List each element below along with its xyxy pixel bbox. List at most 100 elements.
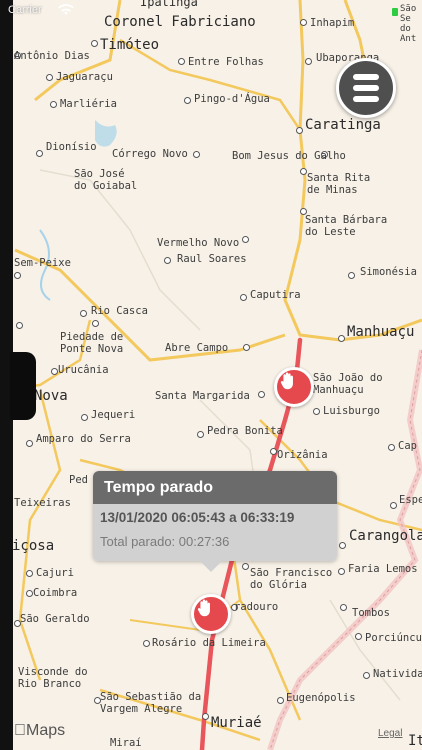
map-label: Abre Campo [165, 342, 229, 354]
map-label: Amparo do Serra [36, 433, 131, 445]
stop-total-duration: Total parado: 00:27:36 [100, 534, 230, 549]
town-dot [300, 168, 307, 175]
map-label: Córrego Novo [112, 148, 188, 160]
map-label: Ped [69, 474, 88, 486]
stop-marker[interactable] [191, 594, 231, 634]
town-dot [242, 563, 249, 570]
town-dot [92, 320, 99, 327]
town-dot [202, 713, 209, 720]
hand-stop-icon [197, 599, 210, 617]
town-dot [81, 414, 88, 421]
town-dot [296, 127, 303, 134]
map-label: Jequeri [91, 409, 136, 421]
map-label: Entre Folhas [188, 56, 264, 68]
stop-marker[interactable] [274, 367, 314, 407]
callout-title: Tempo parado [93, 471, 337, 504]
town-dot [348, 272, 355, 279]
map-label: Nova [34, 388, 68, 404]
map-label: Teixeiras [14, 497, 71, 509]
map-label: Coimbra [33, 587, 78, 599]
map-label: São Geraldo [20, 613, 90, 625]
map-label: Carangola [349, 528, 422, 544]
map-label: São João do [313, 372, 383, 384]
battery-indicator [392, 8, 398, 16]
town-dot [46, 74, 53, 81]
map-label: Santa Bárbara [305, 214, 388, 226]
town-dot [26, 440, 33, 447]
town-dot [26, 570, 33, 577]
town-dot [36, 150, 43, 157]
map-label: Vermelho Novo [157, 237, 240, 249]
hand-stop-icon [280, 372, 293, 390]
map-label: Visconde do [18, 666, 88, 678]
town-dot [26, 590, 33, 597]
hamburger-line [353, 85, 379, 91]
map-label: Rio Branco [18, 678, 82, 690]
legal-link[interactable]: Legal [378, 728, 402, 739]
town-dot [193, 151, 200, 158]
town-dot [355, 633, 362, 640]
map-label: Porciúncula [365, 632, 422, 644]
hamburger-line [353, 96, 379, 102]
map-label: Faria Lemos [348, 563, 418, 575]
map-label: Natividad [373, 668, 422, 680]
callout-body: 13/01/2020 06:05:43 a 06:33:19 Total par… [93, 504, 337, 561]
town-dot [197, 431, 204, 438]
hamburger-icon [353, 74, 379, 80]
map-label: Luisburgo [323, 405, 380, 417]
map-label: içosa [12, 538, 55, 554]
map-label: Santa Rita [307, 172, 371, 184]
town-dot [51, 368, 58, 375]
town-dot [277, 697, 284, 704]
map-label: Piedade de [60, 331, 124, 343]
town-dot [243, 344, 250, 351]
menu-button[interactable] [336, 58, 396, 118]
town-dot [14, 272, 21, 279]
map-label: Raul Soares [177, 253, 247, 265]
map-label: Pingo-d'Água [194, 93, 270, 105]
map-label: Santa Margarida [155, 390, 250, 402]
callout-pointer [199, 560, 223, 572]
map-label: do Goiabal [74, 180, 138, 192]
map-label: Cap [398, 440, 417, 452]
map-label: radouro [234, 601, 279, 613]
town-dot [143, 640, 150, 647]
maps-attribution: Maps [14, 722, 65, 739]
town-dot [178, 58, 185, 65]
map-label: Rio Casca [91, 305, 148, 317]
town-dot [16, 322, 23, 329]
map-label: Vargem Alegre [100, 703, 183, 715]
town-dot [80, 310, 87, 317]
map-label: Manhuaçu [313, 384, 364, 396]
map-label: Miraí [110, 737, 142, 749]
map-label: Ita [408, 733, 422, 749]
map-label: Marliéria [60, 98, 117, 110]
town-dot [338, 335, 345, 342]
town-dot [388, 444, 395, 451]
apple-logo-icon:  [14, 722, 26, 739]
town-dot [184, 97, 191, 104]
town-dot [339, 542, 346, 549]
town-dot [270, 448, 277, 455]
town-dot [338, 568, 345, 575]
map-label: São José [74, 168, 125, 180]
town-dot [390, 502, 397, 509]
map-label: São Francisco [250, 567, 333, 579]
map-label: Pedra Bonita [207, 425, 283, 437]
map-label: Dionísio [46, 141, 97, 153]
town-dot [363, 672, 370, 679]
map-label: Ponte Nova [60, 343, 124, 355]
drawer-handle[interactable] [10, 352, 36, 420]
map-label: do Leste [305, 226, 356, 238]
map-label: Simonésia [360, 266, 417, 278]
map-label: Caratinga [305, 117, 381, 133]
map-label: Espe [399, 494, 422, 506]
map-label: Eugenópolis [286, 692, 356, 704]
map-label: Jaguaraçu [56, 71, 113, 83]
town-dot [164, 257, 171, 264]
map-label: Tombos [352, 607, 390, 619]
town-dot [240, 294, 247, 301]
stop-callout[interactable]: Tempo parado 13/01/2020 06:05:43 a 06:33… [93, 471, 337, 572]
map-label: Caputira [250, 289, 301, 301]
map-label: Bom Jesus do Galho [232, 150, 346, 162]
